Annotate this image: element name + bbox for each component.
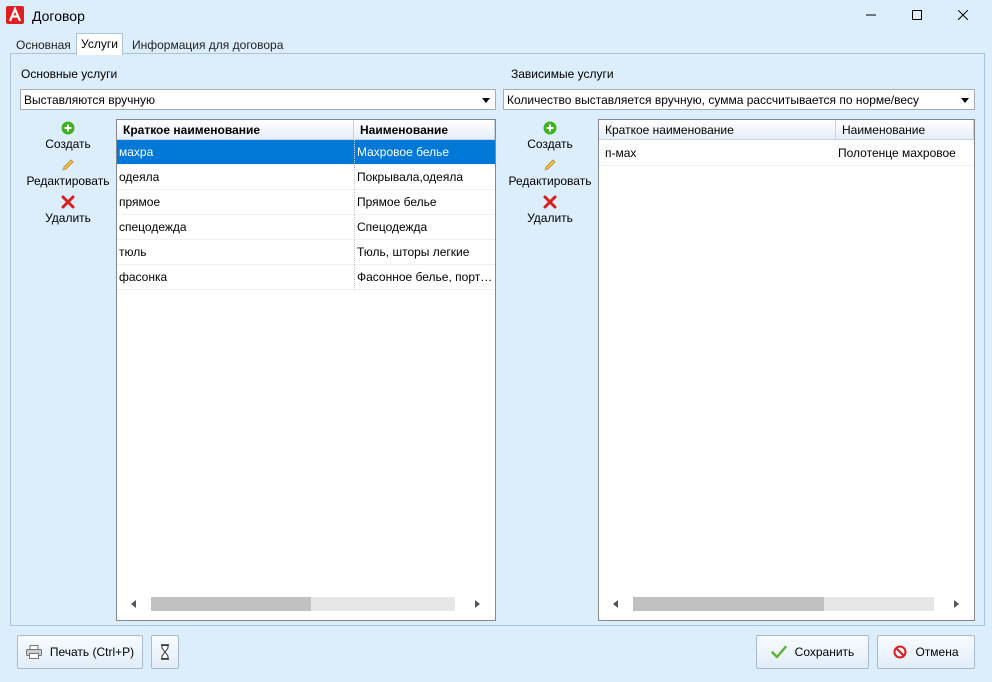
cell-short-name: п-мах bbox=[605, 146, 637, 160]
grid-header: Краткое наименование Наименование bbox=[599, 120, 974, 140]
horizontal-scrollbar[interactable] bbox=[599, 594, 974, 614]
hourglass-icon bbox=[161, 644, 169, 660]
cell-short-name: спецодежда bbox=[119, 220, 187, 234]
cancel-label: Отмена bbox=[915, 645, 959, 659]
main-services-grid: Краткое наименование Наименование махра … bbox=[116, 119, 496, 621]
print-button[interactable]: Печать (Ctrl+P) bbox=[17, 635, 143, 669]
delete-label: Удалить bbox=[527, 211, 573, 225]
column-header-name[interactable]: Наименование bbox=[354, 120, 495, 140]
horizontal-scrollbar[interactable] bbox=[117, 594, 495, 614]
cell-name: Прямое белье bbox=[354, 190, 495, 215]
scroll-thumb[interactable] bbox=[633, 597, 824, 611]
column-header-short-name[interactable]: Краткое наименование bbox=[599, 120, 836, 140]
table-row[interactable]: спецодежда Спецодежда bbox=[117, 215, 495, 240]
cell-name: Покрывала,одеяла bbox=[354, 165, 495, 190]
edit-label: Редактировать bbox=[508, 174, 592, 188]
table-row[interactable]: тюль Тюль, шторы легкие bbox=[117, 240, 495, 265]
edit-label: Редактировать bbox=[26, 174, 110, 188]
scroll-track[interactable] bbox=[633, 597, 934, 611]
dependent-services-mode-value: Количество выставляется вручную, сумма р… bbox=[507, 93, 920, 107]
table-row[interactable]: п-мах Полотенце махровое bbox=[599, 141, 974, 166]
dependent-services-label: Зависимые услуги bbox=[511, 67, 614, 81]
scroll-left-icon[interactable] bbox=[131, 600, 136, 608]
cell-short-name: фасонка bbox=[119, 270, 168, 284]
create-label: Создать bbox=[527, 137, 573, 151]
table-row[interactable]: одеяла Покрывала,одеяла bbox=[117, 165, 495, 190]
cell-short-name: тюль bbox=[119, 245, 147, 259]
scroll-track[interactable] bbox=[151, 597, 455, 611]
print-label: Печать (Ctrl+P) bbox=[49, 645, 135, 659]
add-icon bbox=[543, 121, 557, 135]
scroll-right-icon[interactable] bbox=[475, 600, 480, 608]
cell-name: Полотенце махровое bbox=[838, 146, 956, 160]
title-bar: Договор bbox=[0, 0, 992, 31]
create-label: Создать bbox=[45, 137, 91, 151]
window-title: Договор bbox=[32, 8, 85, 24]
grid-header: Краткое наименование Наименование bbox=[117, 120, 495, 140]
cell-name: Спецодежда bbox=[354, 215, 495, 240]
main-services-mode-value: Выставляются вручную bbox=[24, 93, 155, 107]
cell-name: Тюль, шторы легкие bbox=[354, 240, 495, 265]
delete-icon bbox=[543, 195, 557, 209]
table-row[interactable]: прямое Прямое белье bbox=[117, 190, 495, 215]
table-row[interactable]: махра Махровое белье bbox=[117, 140, 495, 165]
scroll-right-icon[interactable] bbox=[954, 600, 959, 608]
dependent-delete-button[interactable]: Удалить bbox=[505, 195, 595, 225]
cell-name: Фасонное белье, порть... bbox=[354, 265, 495, 290]
cancel-button[interactable]: Отмена bbox=[877, 635, 975, 669]
table-row[interactable]: фасонка Фасонное белье, порть... bbox=[117, 265, 495, 290]
minimize-icon bbox=[866, 14, 876, 16]
dropdown-arrow-icon bbox=[482, 98, 490, 103]
main-delete-button[interactable]: Удалить bbox=[23, 195, 113, 225]
save-button[interactable]: Сохранить bbox=[756, 635, 869, 669]
tab-contract-info[interactable]: Информация для договора bbox=[128, 36, 287, 54]
minimize-button[interactable] bbox=[848, 0, 894, 30]
cell-name: Махровое белье bbox=[354, 140, 495, 165]
dropdown-arrow-icon bbox=[961, 98, 969, 103]
tab-main[interactable]: Основная bbox=[12, 36, 75, 54]
main-edit-button[interactable]: Редактировать bbox=[23, 158, 113, 188]
app-logo-icon bbox=[6, 6, 24, 24]
maximize-button[interactable] bbox=[894, 0, 940, 30]
main-services-mode-select[interactable]: Выставляются вручную bbox=[20, 89, 496, 110]
dependent-create-button[interactable]: Создать bbox=[505, 121, 595, 151]
add-icon bbox=[61, 121, 75, 135]
delete-icon bbox=[61, 195, 75, 209]
scroll-thumb[interactable] bbox=[151, 597, 311, 611]
checkmark-icon bbox=[770, 645, 787, 659]
main-services-label: Основные услуги bbox=[21, 67, 118, 81]
cell-short-name: махра bbox=[119, 145, 154, 159]
cell-short-name: прямое bbox=[119, 195, 161, 209]
dependent-edit-button[interactable]: Редактировать bbox=[505, 158, 595, 188]
scroll-left-icon[interactable] bbox=[613, 600, 618, 608]
tab-services[interactable]: Услуги bbox=[76, 33, 123, 55]
save-label: Сохранить bbox=[794, 645, 855, 659]
dependent-services-grid: Краткое наименование Наименование п-мах … bbox=[598, 119, 975, 621]
cancel-icon bbox=[893, 645, 907, 659]
close-button[interactable] bbox=[940, 0, 986, 30]
column-header-name[interactable]: Наименование bbox=[836, 120, 974, 140]
pencil-icon bbox=[62, 159, 74, 171]
maximize-icon bbox=[912, 10, 922, 20]
cell-short-name: одеяла bbox=[119, 170, 160, 184]
column-header-short-name[interactable]: Краткое наименование bbox=[117, 120, 354, 140]
hourglass-button[interactable] bbox=[151, 635, 179, 669]
delete-label: Удалить bbox=[45, 211, 91, 225]
close-icon bbox=[958, 10, 968, 20]
pencil-icon bbox=[544, 159, 556, 171]
main-create-button[interactable]: Создать bbox=[23, 121, 113, 151]
printer-icon bbox=[25, 645, 42, 659]
dependent-services-mode-select[interactable]: Количество выставляется вручную, сумма р… bbox=[503, 89, 975, 110]
